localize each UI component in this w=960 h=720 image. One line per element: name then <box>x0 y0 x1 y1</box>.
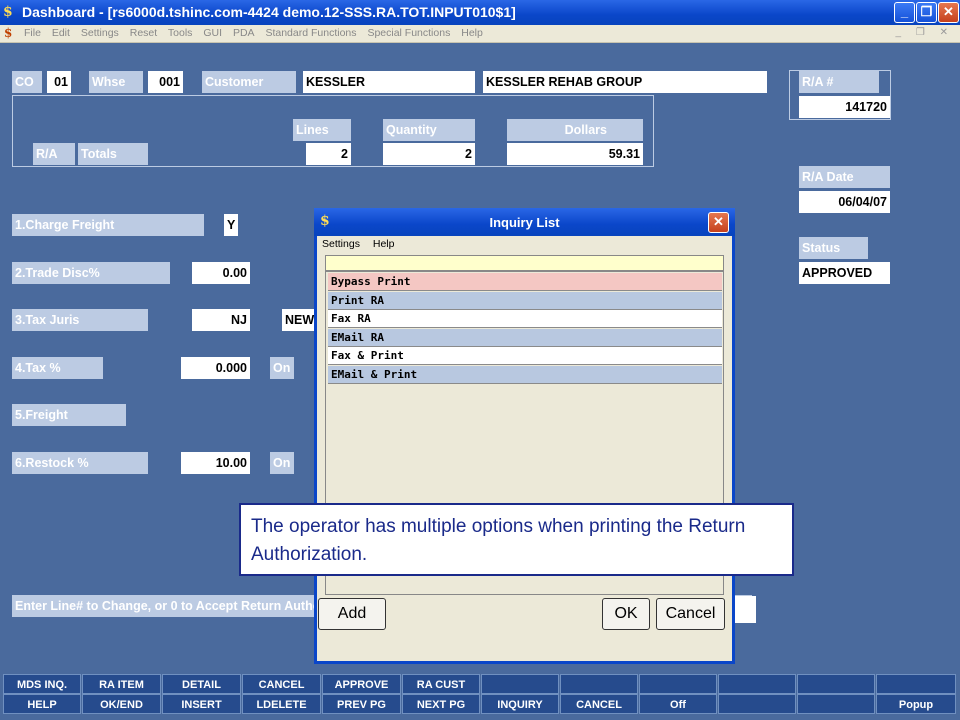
fkey-ldelete[interactable]: LDELETE <box>242 694 321 714</box>
ra-date-field[interactable]: 06/04/07 <box>799 191 890 213</box>
fkey-blank-7[interactable] <box>718 694 796 714</box>
lines-label: Lines <box>293 119 351 141</box>
status-field: APPROVED <box>799 262 890 284</box>
restock-flag: On <box>270 452 294 474</box>
dollars-field: 59.31 <box>507 143 643 165</box>
fkey-blank-5[interactable] <box>797 674 875 694</box>
fkey-ra-cust[interactable]: RA CUST <box>402 674 480 694</box>
restock-label: 6.Restock % <box>12 452 148 474</box>
menu-bar: $ File Edit Settings Reset Tools GUI PDA… <box>0 25 960 43</box>
app-menu-icon[interactable]: $ <box>4 26 12 40</box>
command-input[interactable] <box>735 596 756 623</box>
menu-file[interactable]: File <box>24 27 41 39</box>
fkey-blank-8[interactable] <box>797 694 875 714</box>
fkey-next-pg[interactable]: NEXT PG <box>402 694 480 714</box>
ra-date-label: R/A Date <box>799 166 890 188</box>
dialog-title: Inquiry List <box>489 215 560 230</box>
tax-percent-field[interactable]: 0.000 <box>181 357 250 379</box>
list-item[interactable]: Fax RA <box>328 310 722 328</box>
inquiry-list-dialog: $ Inquiry List ✕ Settings Help Bypass Pr… <box>314 208 735 664</box>
menu-gui[interactable]: GUI <box>203 27 222 39</box>
fkey-blank-6[interactable] <box>876 674 956 694</box>
window-title: Dashboard - [rs6000d.tshinc.com-4424 dem… <box>22 4 516 20</box>
fkey-cancel-2[interactable]: CANCEL <box>560 694 638 714</box>
freight-label: 5.Freight <box>12 404 126 426</box>
menu-help[interactable]: Help <box>461 27 483 39</box>
fkey-prev-pg[interactable]: PREV PG <box>322 694 401 714</box>
tax-percent-flag: On <box>270 357 294 379</box>
cancel-button[interactable]: Cancel <box>656 598 725 630</box>
fkey-popup[interactable]: Popup <box>876 694 956 714</box>
menu-standard-functions[interactable]: Standard Functions <box>265 27 356 39</box>
restock-field[interactable]: 10.00 <box>181 452 250 474</box>
list-item[interactable]: EMail & Print <box>328 366 722 384</box>
customer-name-field: KESSLER REHAB GROUP <box>483 71 767 93</box>
fkey-inquiry[interactable]: INQUIRY <box>481 694 559 714</box>
dialog-menu-settings[interactable]: Settings <box>322 238 360 250</box>
menu-tools[interactable]: Tools <box>168 27 193 39</box>
fkey-blank-4[interactable] <box>718 674 796 694</box>
maximize-button[interactable]: ❐ <box>916 2 937 23</box>
app-icon: $ <box>3 4 13 20</box>
fkey-blank-2[interactable] <box>560 674 638 694</box>
fkey-insert[interactable]: INSERT <box>162 694 241 714</box>
dialog-menu-help[interactable]: Help <box>373 238 395 250</box>
ra-number-field[interactable]: 141720 <box>799 96 890 118</box>
fkey-approve[interactable]: APPROVE <box>322 674 401 694</box>
fkey-help[interactable]: HELP <box>3 694 81 714</box>
trade-disc-field[interactable]: 0.00 <box>192 262 250 284</box>
ok-button[interactable]: OK <box>602 598 650 630</box>
menu-edit[interactable]: Edit <box>52 27 70 39</box>
tax-juris-field[interactable]: NJ <box>192 309 250 331</box>
charge-freight-field[interactable]: Y <box>224 214 238 236</box>
ra-number-label: R/A # <box>799 71 879 93</box>
whse-field[interactable]: 001 <box>148 71 183 93</box>
fkey-cancel[interactable]: CANCEL <box>242 674 321 694</box>
trade-disc-label: 2.Trade Disc% <box>12 262 170 284</box>
list-item[interactable]: Print RA <box>328 292 722 310</box>
inquiry-search-input[interactable] <box>325 255 724 271</box>
dialog-title-bar: $ Inquiry List ✕ <box>314 208 735 236</box>
menu-special-functions[interactable]: Special Functions <box>367 27 450 39</box>
dialog-close-button[interactable]: ✕ <box>708 212 729 233</box>
mdi-controls[interactable]: _ ❐ ✕ <box>896 27 954 38</box>
close-button[interactable]: ✕ <box>938 2 959 23</box>
co-label: CO <box>12 71 42 93</box>
tutorial-callout: The operator has multiple options when p… <box>239 503 794 576</box>
fkey-detail[interactable]: DETAIL <box>162 674 241 694</box>
ra-label: R/A <box>33 143 75 165</box>
tax-juris-label: 3.Tax Juris <box>12 309 148 331</box>
quantity-label: Quantity <box>383 119 475 141</box>
whse-label: Whse <box>89 71 143 93</box>
window-title-bar: $ Dashboard - [rs6000d.tshinc.com-4424 d… <box>0 0 960 25</box>
totals-label: Totals <box>78 143 148 165</box>
menu-settings[interactable]: Settings <box>81 27 119 39</box>
dialog-menu: Settings Help <box>322 238 404 250</box>
list-item[interactable]: Bypass Print <box>328 273 722 291</box>
fkey-blank-1[interactable] <box>481 674 559 694</box>
fkey-ra-item[interactable]: RA ITEM <box>82 674 161 694</box>
add-button[interactable]: Add <box>318 598 386 630</box>
fkey-blank-3[interactable] <box>639 674 717 694</box>
fkey-mds-inq[interactable]: MDS INQ. <box>3 674 81 694</box>
list-item[interactable]: Fax & Print <box>328 347 722 365</box>
minimize-button[interactable]: _ <box>894 2 915 23</box>
lines-field: 2 <box>306 143 351 165</box>
function-key-bar: MDS INQ. RA ITEM DETAIL CANCEL APPROVE R… <box>0 674 960 720</box>
charge-freight-label: 1.Charge Freight <box>12 214 204 236</box>
menu-pda[interactable]: PDA <box>233 27 255 39</box>
status-label: Status <box>799 237 868 259</box>
tax-percent-label: 4.Tax % <box>12 357 103 379</box>
tax-juris-description: NEW <box>282 309 316 331</box>
quantity-field: 2 <box>383 143 475 165</box>
co-field[interactable]: 01 <box>47 71 71 93</box>
fkey-ok-end[interactable]: OK/END <box>82 694 161 714</box>
customer-label: Customer <box>202 71 296 93</box>
fkey-off[interactable]: Off <box>639 694 717 714</box>
menu-reset[interactable]: Reset <box>130 27 157 39</box>
dollars-label: Dollars <box>507 119 643 141</box>
list-item[interactable]: EMail RA <box>328 329 722 347</box>
customer-code-field[interactable]: KESSLER <box>303 71 475 93</box>
